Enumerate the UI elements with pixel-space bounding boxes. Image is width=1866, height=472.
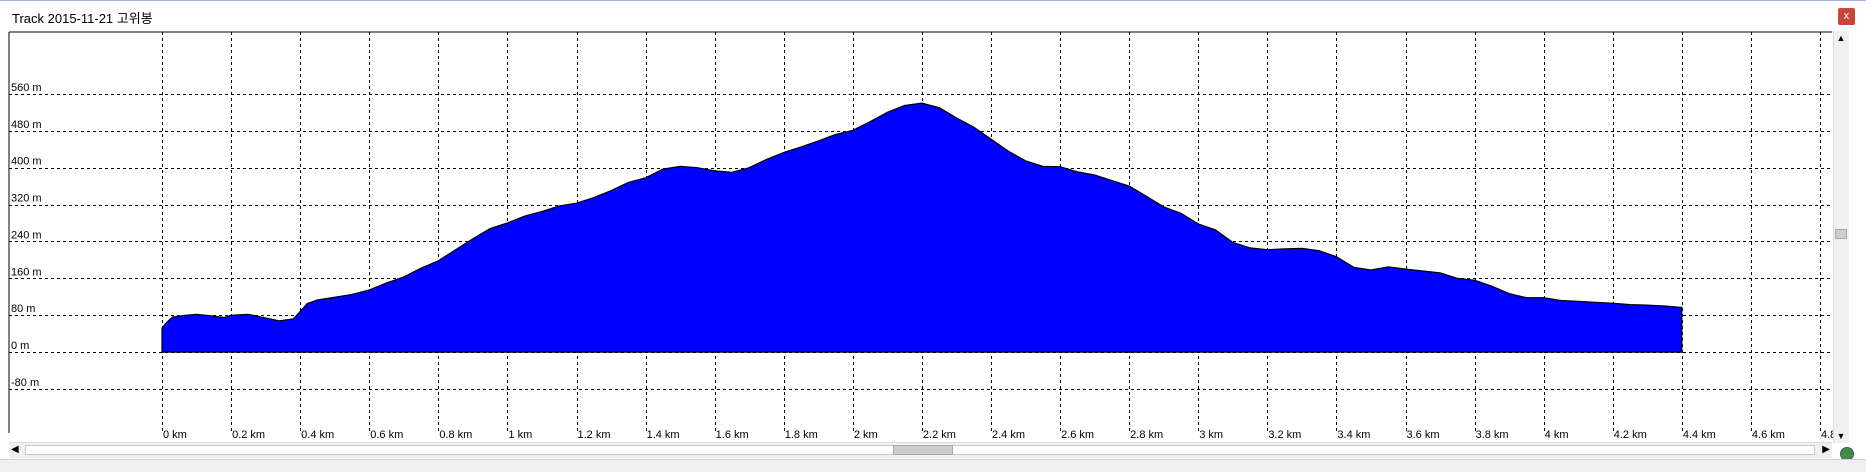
x-tick-label: 1 km bbox=[508, 429, 532, 441]
x-tick-label: 2.4 km bbox=[992, 429, 1025, 441]
x-tick-label: 4.6 km bbox=[1752, 429, 1785, 441]
elevation-area bbox=[161, 102, 1683, 353]
x-tick-label: 1.8 km bbox=[785, 429, 818, 441]
elevation-chart: 0 km 0.2 km 0.4 km 0.6 km 0.8 km 1 km 1.2 km 1.… bbox=[8, 31, 1836, 441]
y-axis-ticks: 560 m 480 m 400 m 320 m 240 m 160 m 80 m 0 m -80… bbox=[11, 82, 42, 389]
scroll-up-icon[interactable]: ▲ bbox=[1836, 33, 1846, 43]
y-tick-label: 400 m bbox=[11, 156, 42, 168]
y-tick-label: 240 m bbox=[11, 229, 42, 241]
x-tick-label: 2.8 km bbox=[1130, 429, 1163, 441]
x-tick-label: 3.4 km bbox=[1337, 429, 1370, 441]
x-tick-label: 4 km bbox=[1545, 429, 1569, 441]
x-tick-label: 3.2 km bbox=[1268, 429, 1301, 441]
x-tick-label: 3 km bbox=[1199, 429, 1223, 441]
chart-series bbox=[161, 102, 1683, 353]
y-tick-label: 560 m bbox=[11, 82, 42, 94]
x-tick-label: 3.6 km bbox=[1407, 429, 1440, 441]
scroll-right-icon[interactable]: ▶ bbox=[1822, 444, 1830, 455]
x-tick-label: 3.8 km bbox=[1476, 429, 1509, 441]
vertical-scrollbar[interactable]: ▲ ▼ bbox=[1833, 31, 1849, 443]
x-tick-label: 0.6 km bbox=[370, 429, 403, 441]
status-strip bbox=[0, 459, 1866, 472]
x-tick-label: 1.2 km bbox=[578, 429, 611, 441]
x-tick-label: 1.6 km bbox=[716, 429, 749, 441]
horizontal-scroll-thumb[interactable] bbox=[893, 445, 953, 455]
x-tick-label: 0 km bbox=[163, 429, 187, 441]
x-tick-label: 2 km bbox=[854, 429, 878, 441]
x-tick-label: 4.4 km bbox=[1683, 429, 1716, 441]
y-tick-label: 480 m bbox=[11, 119, 42, 131]
y-tick-label: 320 m bbox=[11, 193, 42, 205]
y-tick-label: -80 m bbox=[11, 377, 39, 389]
horizontal-scrollbar[interactable]: ◀ ▶ bbox=[9, 442, 1832, 458]
y-tick-label: 160 m bbox=[11, 266, 42, 278]
scroll-down-icon[interactable]: ▼ bbox=[1836, 431, 1846, 441]
x-tick-label: 1.4 km bbox=[647, 429, 680, 441]
scroll-left-icon[interactable]: ◀ bbox=[11, 444, 19, 455]
y-tick-label: 80 m bbox=[11, 303, 35, 315]
x-tick-label: 2.2 km bbox=[923, 429, 956, 441]
x-tick-label: 0.8 km bbox=[439, 429, 472, 441]
x-tick-label: 0.4 km bbox=[301, 429, 334, 441]
x-tick-label: 4.2 km bbox=[1614, 429, 1647, 441]
y-tick-label: 0 m bbox=[11, 340, 29, 352]
x-tick-label: 0.2 km bbox=[232, 429, 265, 441]
x-tick-label: 2.6 km bbox=[1061, 429, 1094, 441]
vertical-scroll-thumb[interactable] bbox=[1835, 229, 1847, 239]
x-axis-ticks: 0 km 0.2 km 0.4 km 0.6 km 0.8 km 1 km 1.2 km 1.… bbox=[163, 429, 1836, 441]
